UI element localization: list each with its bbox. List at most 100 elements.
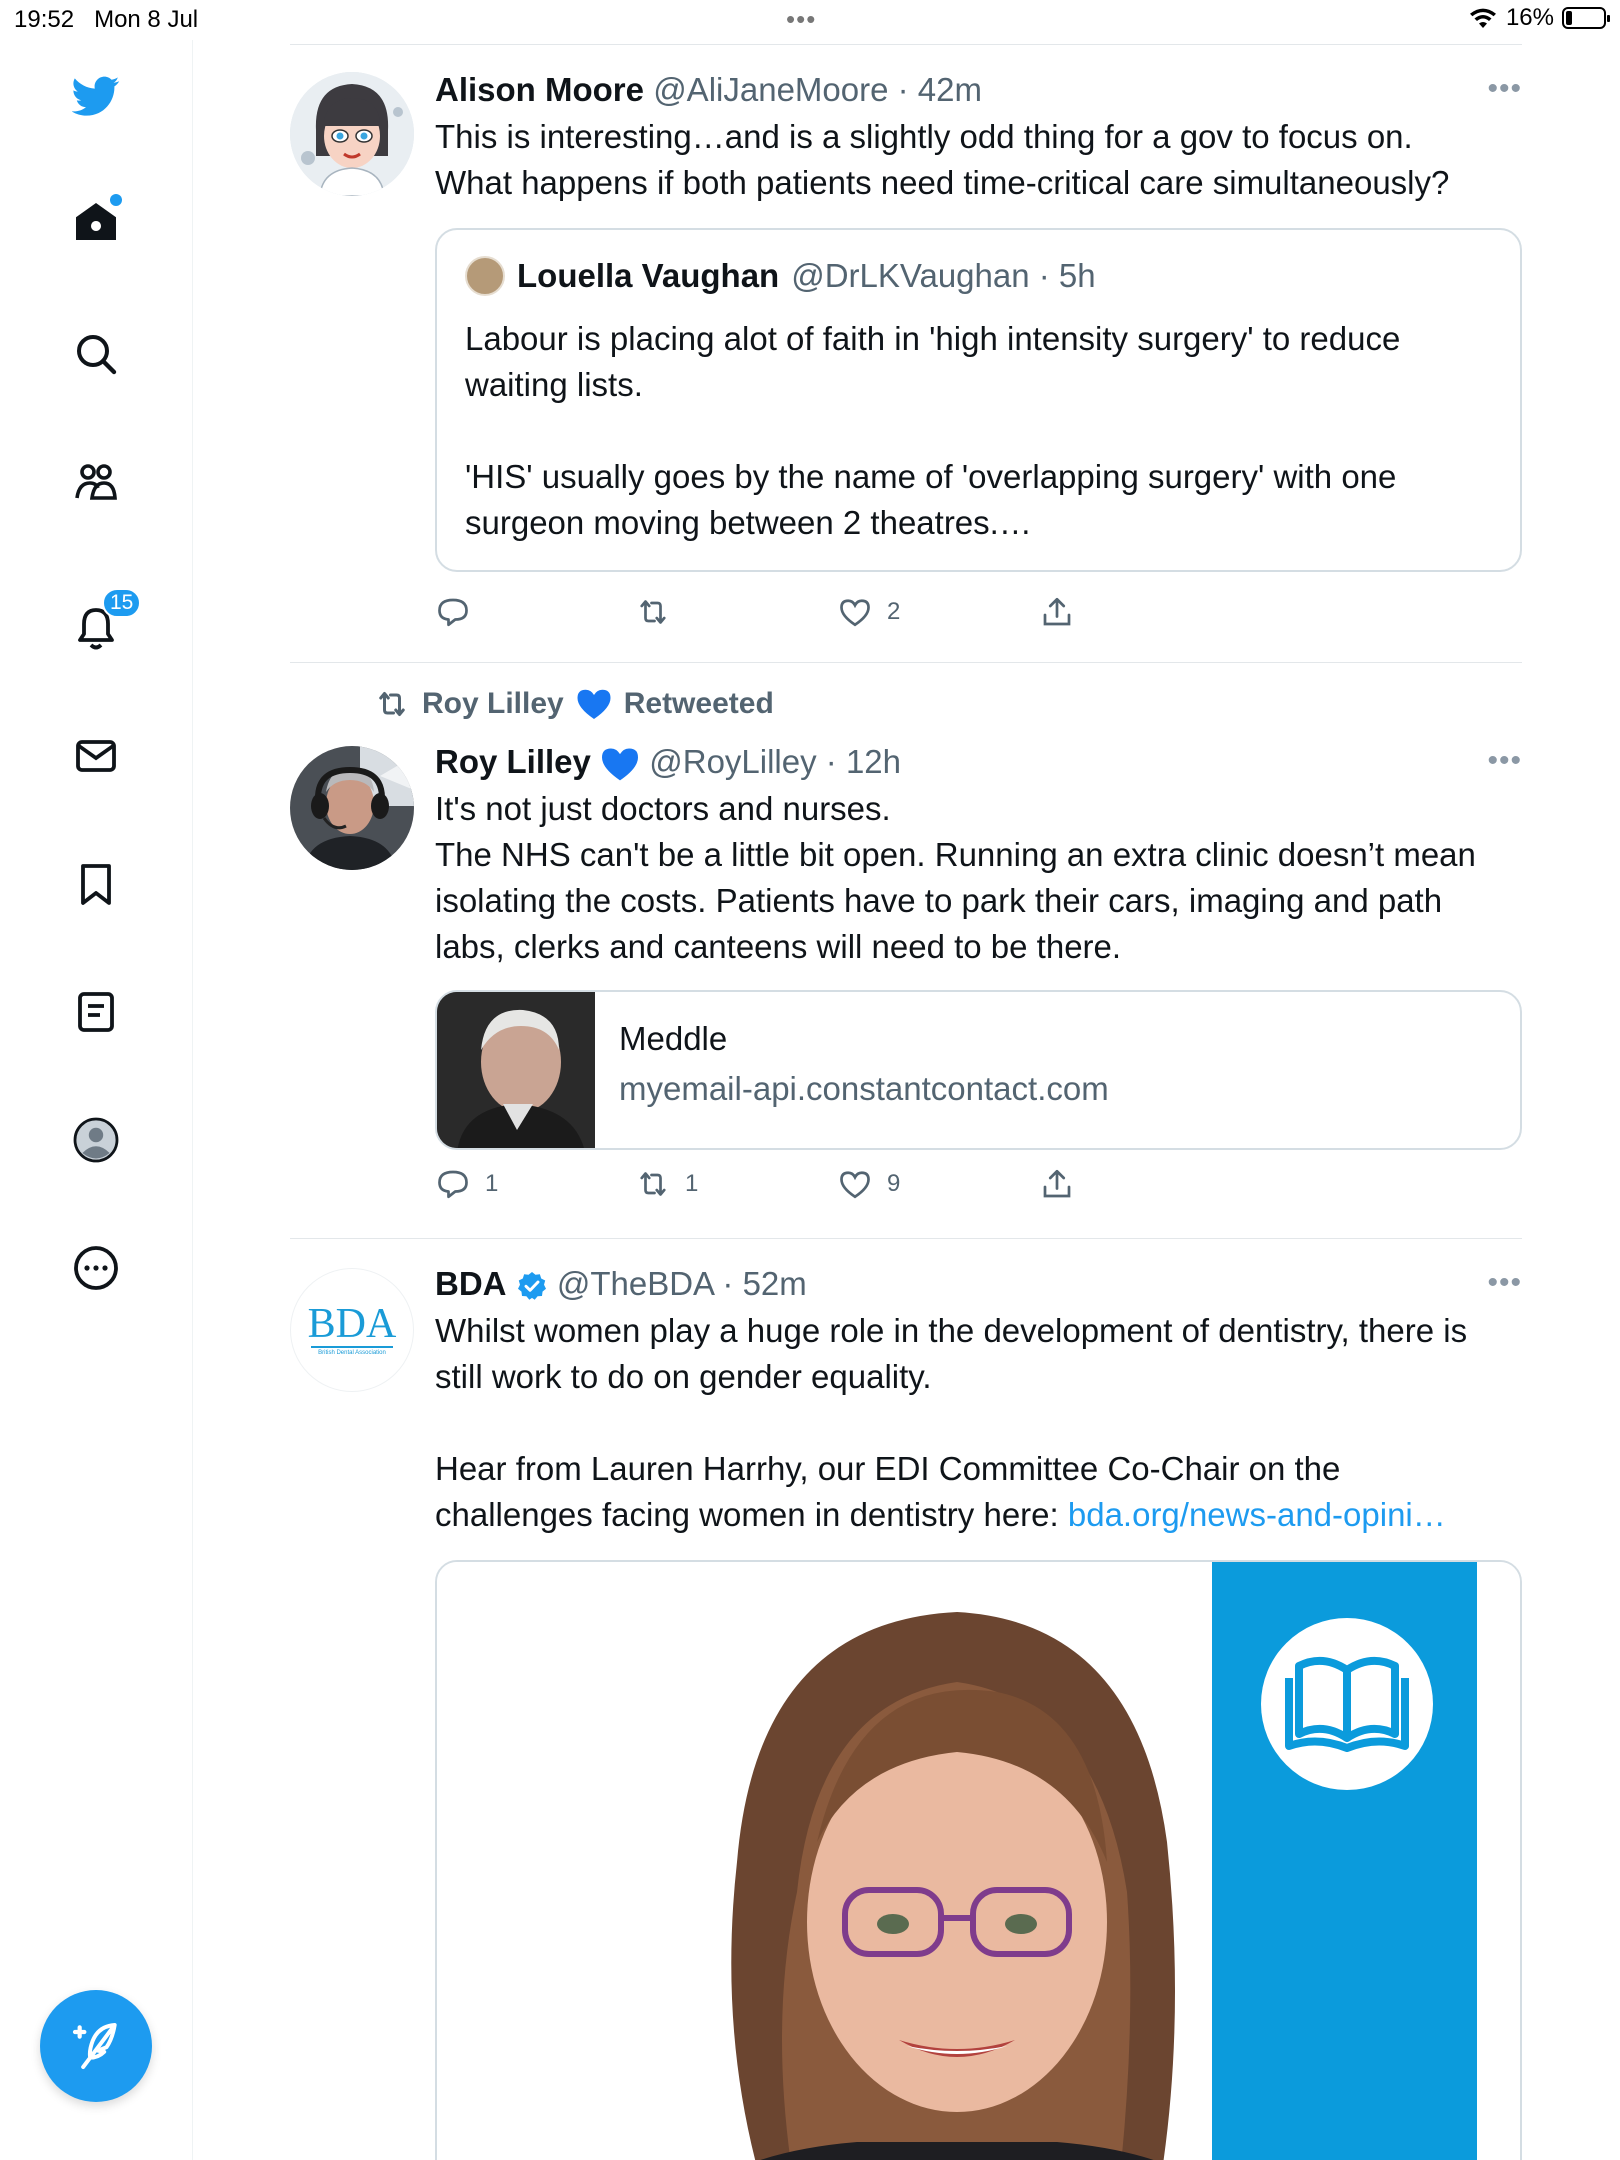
like-button[interactable]: 2 xyxy=(837,592,900,632)
retweet-icon xyxy=(379,692,405,716)
tweet-bda[interactable]: BDA British Dental Association BDA @TheB… xyxy=(290,1262,1522,2160)
profile-icon xyxy=(73,1117,119,1163)
tweet-link[interactable]: bda.org/news-and-opini… xyxy=(1068,1496,1446,1533)
status-right: 16% xyxy=(1468,4,1610,32)
blue-heart-icon xyxy=(577,689,611,719)
feed-top-border xyxy=(290,44,1522,45)
retweet-icon xyxy=(640,600,666,624)
status-bar: 19:52 Mon 8 Jul ••• 16% xyxy=(0,0,1620,40)
like-button[interactable]: 9 xyxy=(837,1164,900,1204)
tweet-header: Alison Moore @AliJaneMoore · 42m xyxy=(435,71,982,108)
retweet-button[interactable] xyxy=(635,592,685,632)
tweet-actions: 1 1 9 xyxy=(435,1164,1135,1204)
sidebar-item-home[interactable] xyxy=(68,194,124,250)
envelope-icon xyxy=(76,740,116,772)
verified-badge-icon xyxy=(517,1272,546,1301)
quoted-display-name: Louella Vaughan xyxy=(517,257,780,294)
display-name[interactable]: Alison Moore xyxy=(435,71,644,108)
tweet-divider xyxy=(290,1238,1522,1239)
tweet-actions: 2 xyxy=(435,592,1135,632)
heart-icon xyxy=(840,599,870,627)
user-handle[interactable]: @RoyLilley xyxy=(649,743,816,780)
search-icon xyxy=(77,335,117,375)
tweet-text: This is interesting…and is a slightly od… xyxy=(435,118,1450,201)
bda-logo-text: BDA xyxy=(307,1301,397,1347)
sidebar-item-profile[interactable] xyxy=(68,1112,124,1168)
heart-icon xyxy=(840,1171,870,1199)
bookmark-icon xyxy=(81,864,111,905)
tweet-header: Roy Lilley @RoyLilley · 12h xyxy=(435,740,1522,784)
tweet-media-image[interactable] xyxy=(435,1560,1522,2160)
tweet-more-icon[interactable]: ••• xyxy=(1482,1268,1522,1298)
like-count: 2 xyxy=(887,598,901,625)
sidebar-item-twitter-logo[interactable] xyxy=(68,68,124,124)
battery-icon xyxy=(1562,7,1610,29)
multitasking-dots[interactable]: ••• xyxy=(786,4,816,35)
quoted-handle: @DrLKVaughan xyxy=(791,257,1030,294)
retweet-button[interactable]: 1 xyxy=(635,1164,698,1204)
sidebar-item-more[interactable] xyxy=(68,1240,124,1296)
sidebar: 15 xyxy=(0,40,193,2160)
reply-icon xyxy=(438,598,468,627)
user-handle[interactable]: @TheBDA xyxy=(557,1265,713,1302)
bda-logo-rule xyxy=(311,1346,393,1348)
battery-level xyxy=(1566,11,1572,25)
tweet-more-icon[interactable]: ••• xyxy=(1482,746,1522,776)
battery-percent: 16% xyxy=(1505,4,1554,31)
display-name[interactable]: Roy Lilley xyxy=(435,743,591,780)
tweet-time[interactable]: 42m xyxy=(918,71,982,108)
cartoon-avatar-image xyxy=(290,72,414,196)
sidebar-item-lists[interactable] xyxy=(68,984,124,1040)
link-card-title: Meddle xyxy=(619,1020,728,1057)
status-time: 19:52 Mon 8 Jul xyxy=(14,6,199,33)
retweeter-name[interactable]: Roy Lilley xyxy=(422,687,564,721)
tweet-text: Whilst women play a huge role in the dev… xyxy=(435,1308,1522,1538)
reply-count: 1 xyxy=(485,1170,499,1197)
sidebar-item-bookmarks[interactable] xyxy=(68,856,124,912)
compose-icon xyxy=(72,2023,117,2069)
blue-heart-icon xyxy=(602,748,639,781)
sidebar-item-communities[interactable] xyxy=(68,454,124,510)
reply-button[interactable]: 1 xyxy=(435,1164,498,1204)
display-name[interactable]: BDA xyxy=(435,1265,507,1302)
link-card[interactable]: Meddle myemail-api.constantcontact.com xyxy=(435,990,1522,1150)
user-handle[interactable]: @AliJaneMoore xyxy=(653,71,888,108)
avatar[interactable]: BDA British Dental Association xyxy=(290,1268,414,1392)
sidebar-item-messages[interactable] xyxy=(68,728,124,784)
reply-icon xyxy=(438,1170,468,1199)
quoted-tweet-text: Labour is placing alot of faith in 'high… xyxy=(465,320,1401,541)
wifi-icon xyxy=(1469,8,1496,28)
home-new-dot xyxy=(110,194,122,206)
reply-button[interactable] xyxy=(435,592,485,632)
compose-button[interactable] xyxy=(40,1990,152,2102)
sidebar-item-notifications[interactable]: 15 xyxy=(68,588,142,656)
tweet-roy-lilley[interactable]: Roy Lilley Retweeted Roy Lilley @RoyLill… xyxy=(290,680,1522,1232)
photo-avatar-image xyxy=(290,746,414,870)
more-circle-icon xyxy=(74,1246,118,1290)
quoted-tweet-header: Louella Vaughan @DrLKVaughan · 5h xyxy=(465,256,1096,296)
like-count: 9 xyxy=(887,1170,901,1197)
avatar[interactable] xyxy=(290,72,414,196)
bird-icon xyxy=(72,76,120,116)
quoted-tweet[interactable]: Louella Vaughan @DrLKVaughan · 5h Labour… xyxy=(435,228,1522,572)
tweet-more-icon[interactable]: ••• xyxy=(1482,74,1522,104)
avatar[interactable] xyxy=(290,746,414,870)
sidebar-item-explore[interactable] xyxy=(68,326,124,382)
link-card-domain: myemail-api.constantcontact.com xyxy=(619,1070,1109,1107)
tweet-time[interactable]: 52m xyxy=(743,1265,807,1302)
bda-logo-subtitle: British Dental Association xyxy=(318,1350,386,1356)
tweet-alison-moore[interactable]: Alison Moore @AliJaneMoore · 42m ••• Thi… xyxy=(290,68,1522,648)
retweet-icon xyxy=(640,1172,666,1196)
quoted-time: 5h xyxy=(1058,257,1096,294)
retweet-count: 1 xyxy=(685,1170,699,1197)
tweet-time[interactable]: 12h xyxy=(846,743,901,780)
quoted-avatar[interactable] xyxy=(465,256,505,296)
tweet-text: It's not just doctors and nurses. The NH… xyxy=(435,790,1476,965)
tweet-header: BDA @TheBDA · 52m xyxy=(435,1265,807,1302)
notification-badge: 15 xyxy=(102,588,142,618)
list-icon xyxy=(78,992,114,1032)
share-icon xyxy=(1043,1169,1071,1198)
share-button[interactable] xyxy=(1039,592,1075,632)
link-card-thumbnail xyxy=(437,992,595,1148)
share-button[interactable] xyxy=(1039,1164,1075,1204)
